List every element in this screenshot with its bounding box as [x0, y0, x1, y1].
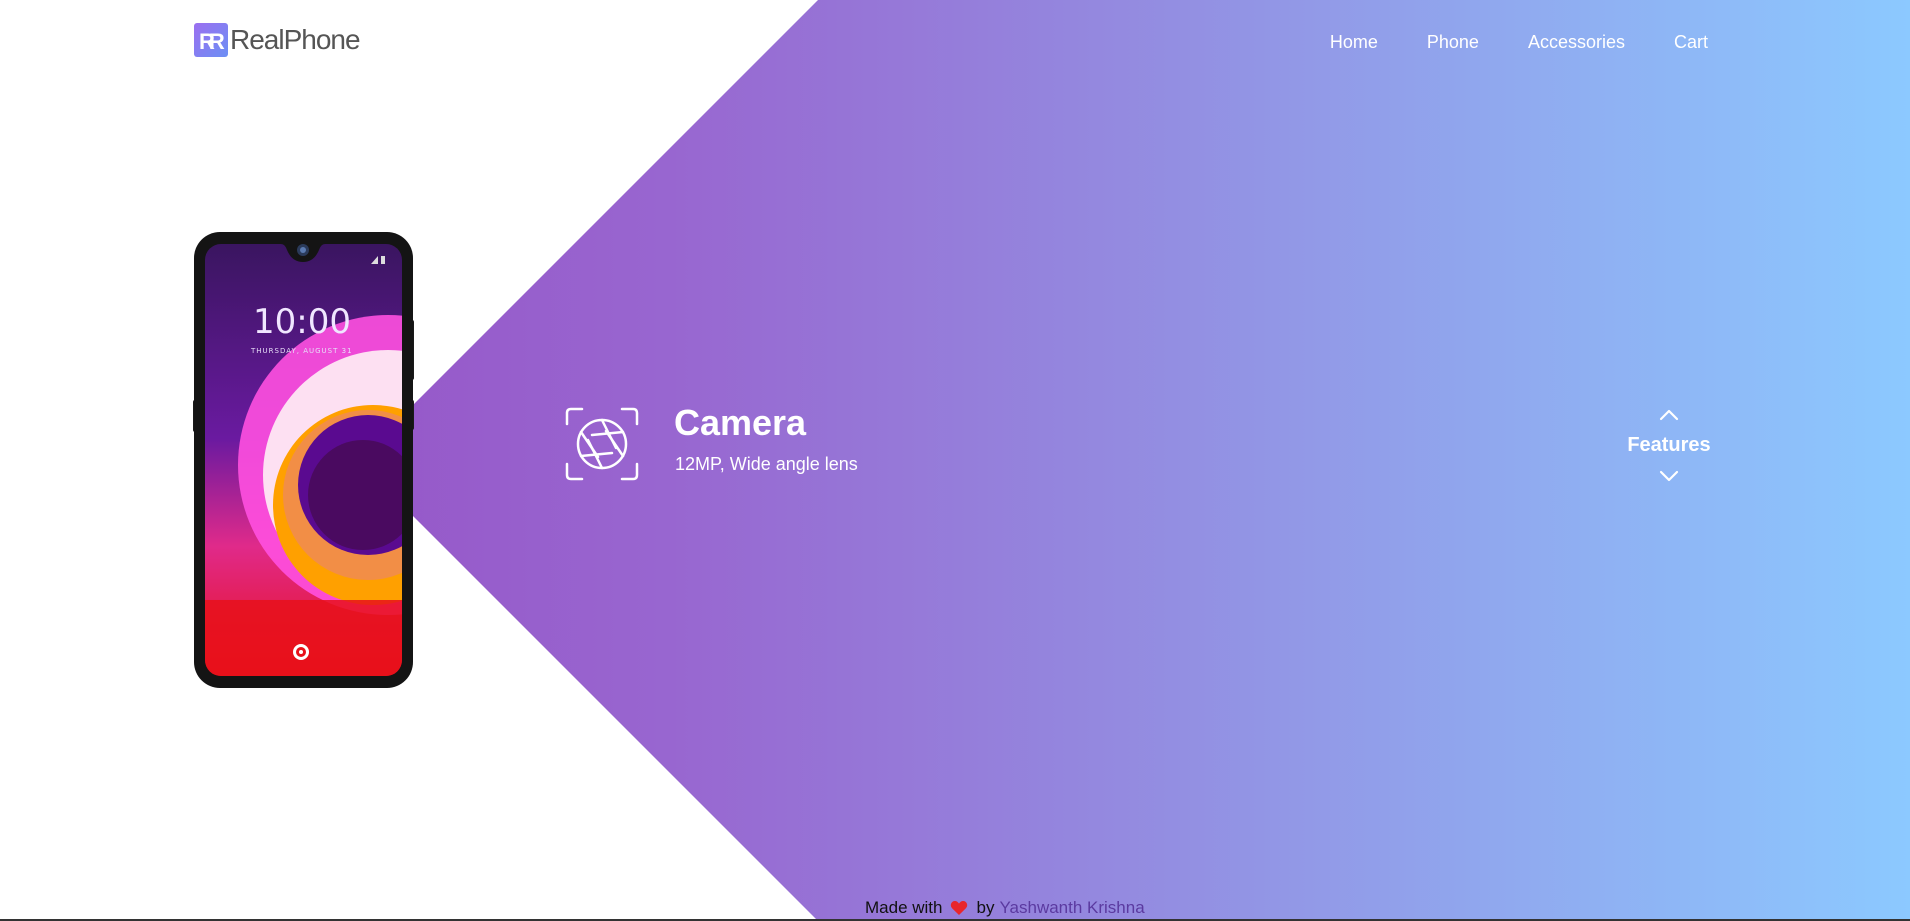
footer-prefix: Made with	[865, 898, 943, 917]
logo-mark-icon: RR	[194, 23, 228, 57]
author-link[interactable]: Yashwanth Krishna	[999, 898, 1144, 918]
heart-icon	[951, 900, 968, 915]
footer-credit: Made with by Yashwanth Krishna	[865, 898, 1145, 918]
feature-description: 12MP, Wide angle lens	[675, 454, 858, 474]
phone-clock: 10:00	[253, 302, 351, 342]
feature-title: Camera	[674, 402, 807, 443]
chevron-up-icon[interactable]	[1658, 408, 1680, 422]
nav-item-home[interactable]: Home	[1330, 32, 1378, 53]
logo-letters: RR	[199, 29, 226, 54]
phone-date: THURSDAY, AUGUST 31	[250, 347, 353, 355]
features-control: Features	[1620, 408, 1718, 483]
brand-logo[interactable]: RR RealPhone	[194, 23, 361, 57]
nav-item-accessories[interactable]: Accessories	[1528, 32, 1625, 53]
phone-image: 10:00 THURSDAY, AUGUST 31	[193, 232, 414, 688]
brand-name: RealPhone	[230, 24, 361, 55]
top-nav: Home Phone Accessories Cart	[1281, 32, 1708, 53]
nav-item-cart[interactable]: Cart	[1674, 32, 1708, 53]
camera-aperture-icon	[565, 407, 639, 481]
svg-text:RR: RR	[199, 29, 225, 54]
chevron-down-icon[interactable]	[1658, 469, 1680, 483]
nav-item-phone[interactable]: Phone	[1427, 32, 1479, 53]
features-label: Features	[1627, 434, 1711, 456]
footer-by: by	[976, 898, 995, 917]
